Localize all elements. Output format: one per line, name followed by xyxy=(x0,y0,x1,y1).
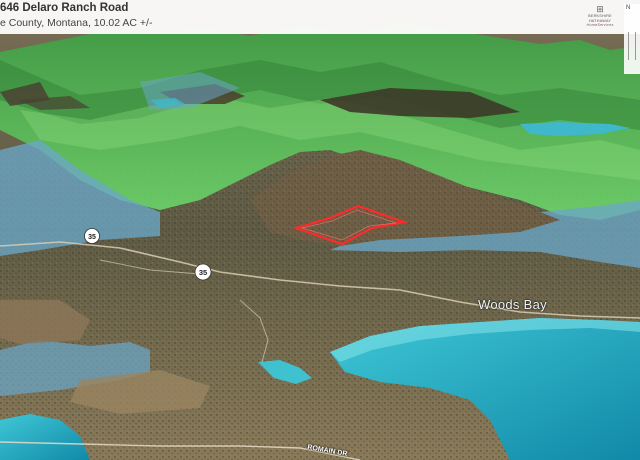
brand-logo: ⊞ BERKSHIRE HATHAWAY HomeServices xyxy=(578,4,622,34)
terrain-map[interactable]: 35 35 xyxy=(0,0,640,460)
route-shield-35-upper: 35 xyxy=(84,228,100,244)
brand-sub: HomeServices xyxy=(586,23,614,27)
header-bar: 646 Delaro Ranch Road e County, Montana,… xyxy=(0,0,640,34)
route-shield-35-lower: 35 xyxy=(194,263,212,281)
property-subtitle: e County, Montana, 10.02 AC +/- xyxy=(0,17,153,29)
zoom-slider[interactable] xyxy=(628,32,636,60)
compass-control[interactable]: N xyxy=(624,4,640,74)
route-shield-35-lower-label: 35 xyxy=(199,268,207,277)
route-shield-35-upper-label: 35 xyxy=(88,234,96,241)
north-indicator-icon[interactable]: N xyxy=(626,5,630,11)
property-title: 646 Delaro Ranch Road xyxy=(0,2,129,14)
map-canvas[interactable]: 35 35 xyxy=(0,0,640,460)
town-label-woods-bay: Woods Bay xyxy=(478,297,547,312)
brand-glyph-icon: ⊞ xyxy=(596,4,604,14)
